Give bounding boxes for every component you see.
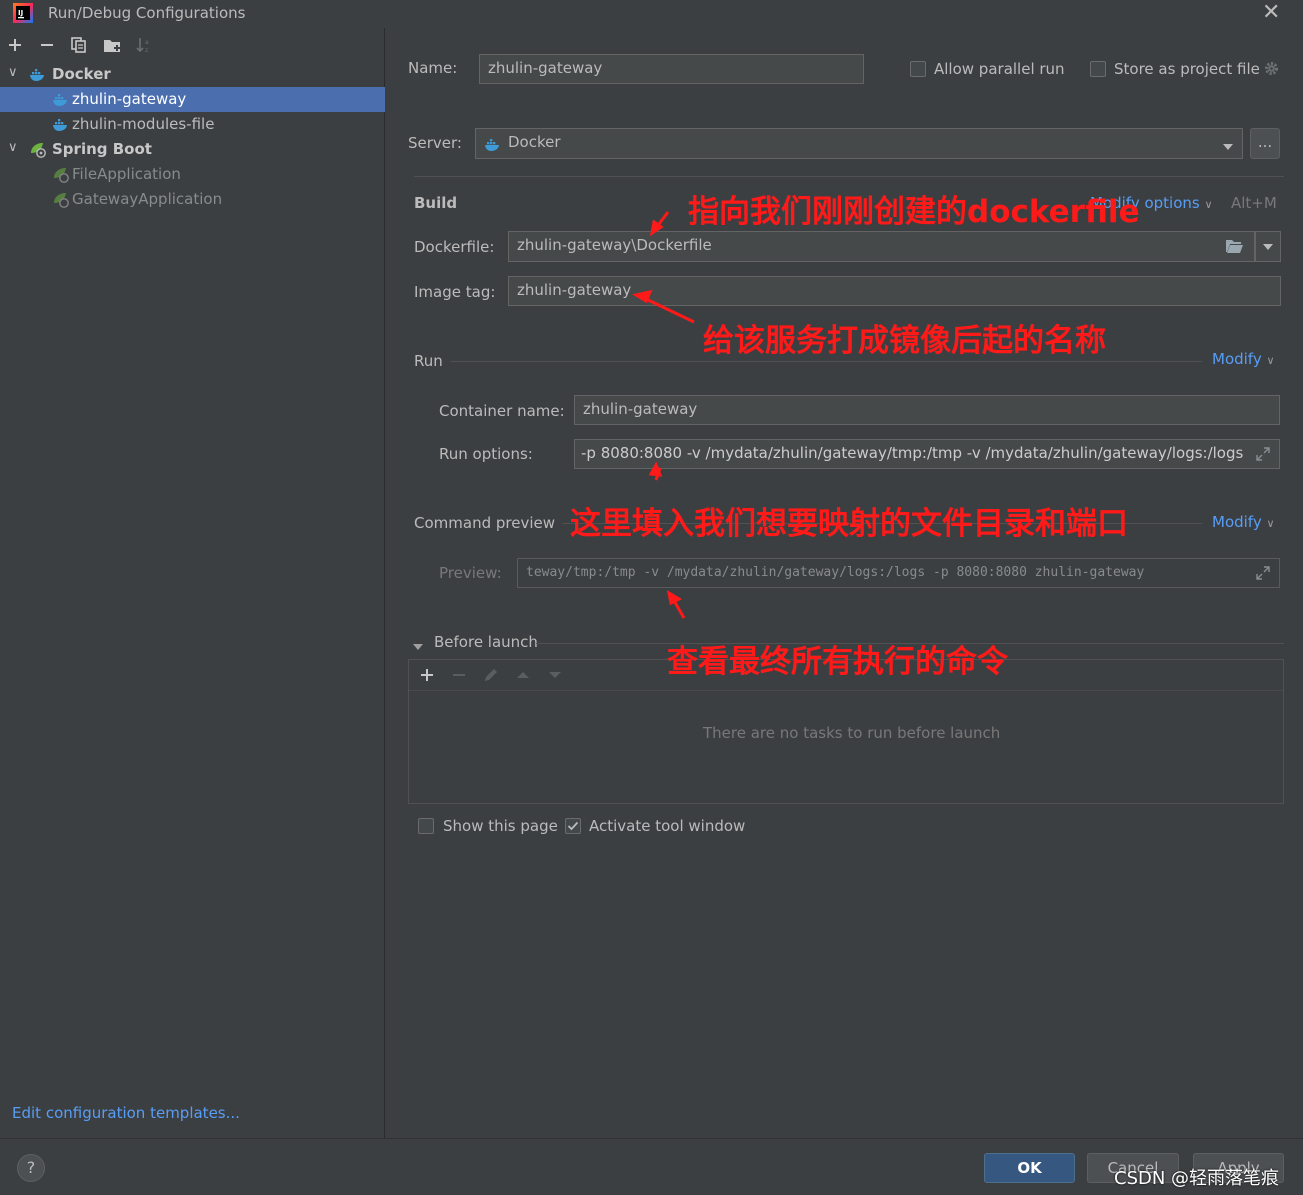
arrowhead-run-options <box>648 461 663 477</box>
arrowhead-preview <box>666 589 683 606</box>
watermark: CSDN @轻雨落笔痕 <box>1114 1168 1280 1189</box>
arrowhead-image-tag <box>631 289 653 304</box>
annotation-arrows <box>631 211 695 619</box>
arrow-image-tag <box>645 297 695 324</box>
